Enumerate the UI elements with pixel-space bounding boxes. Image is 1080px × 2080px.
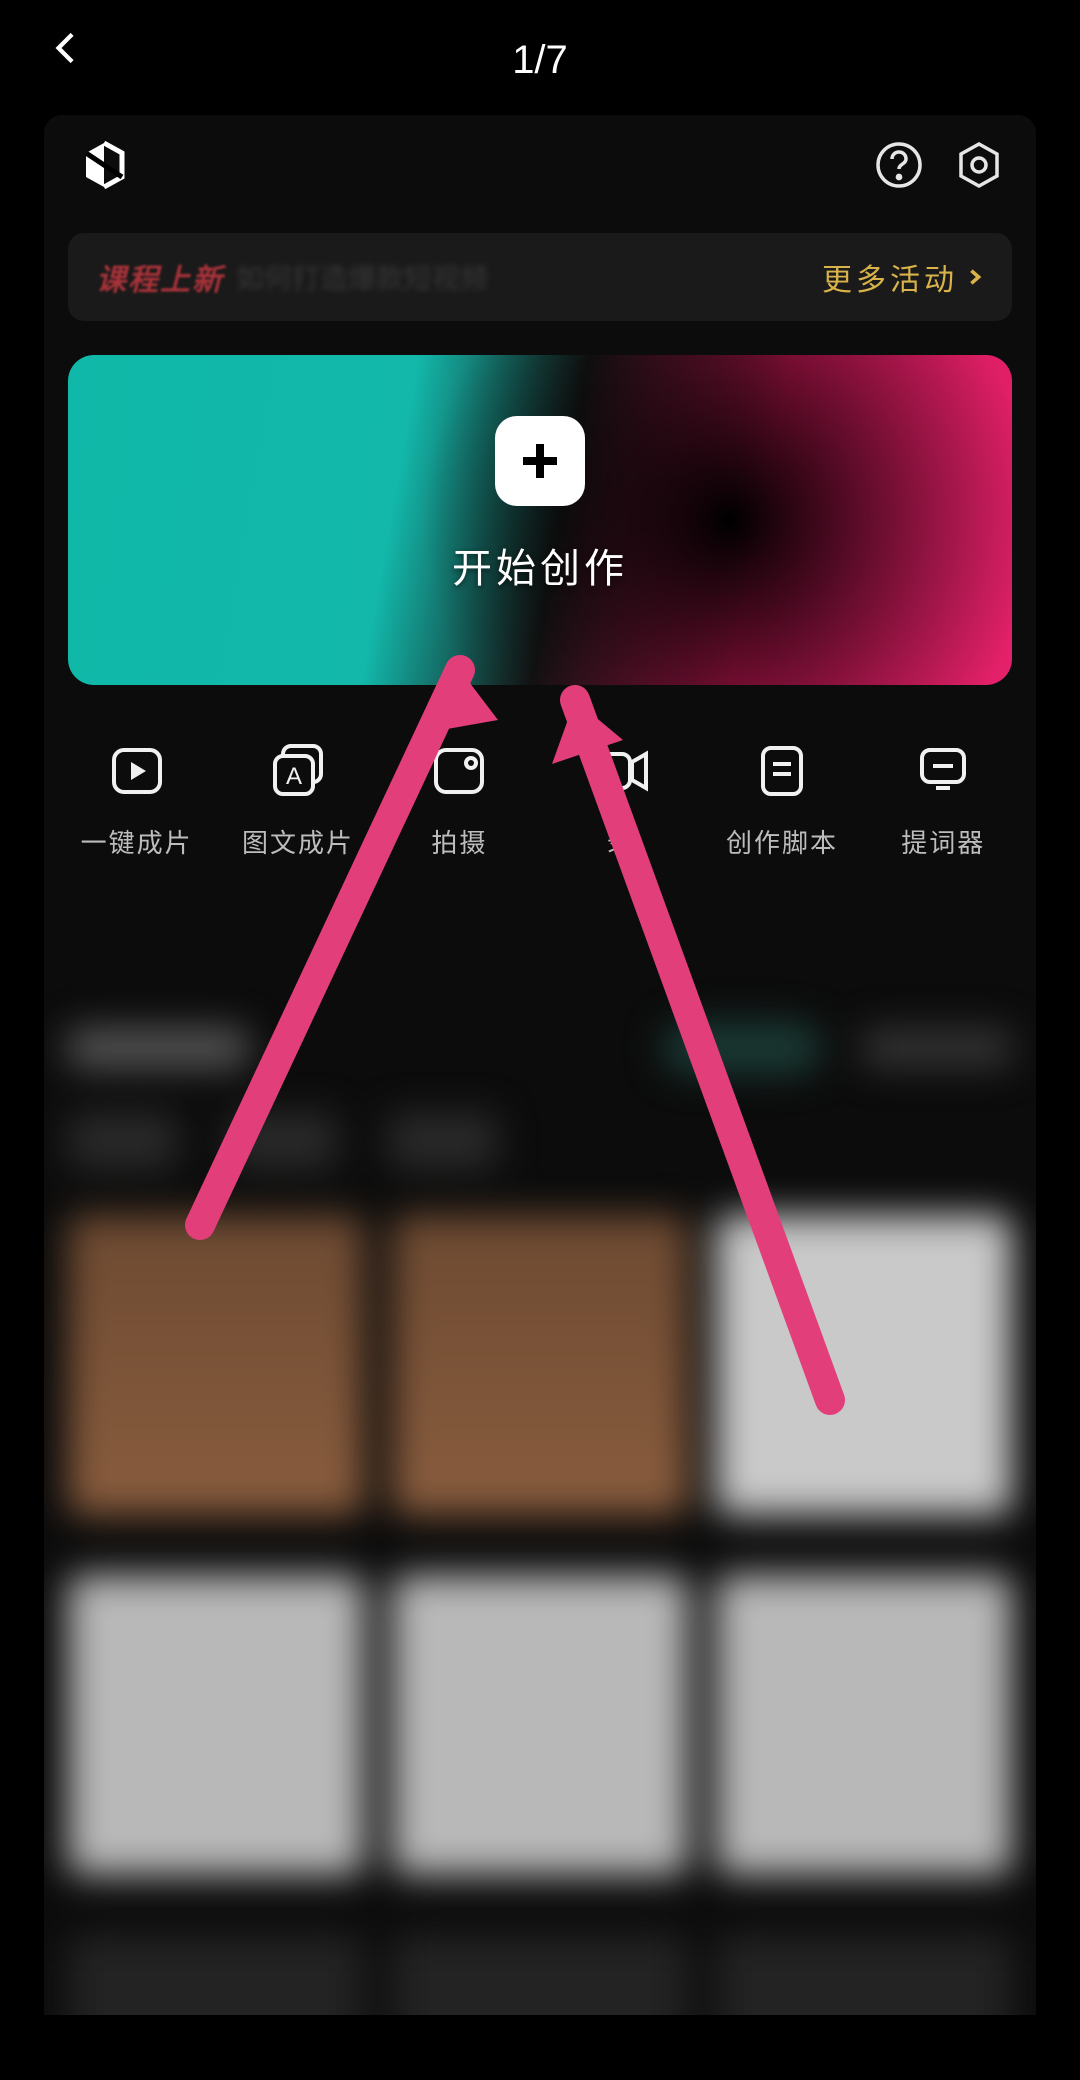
tool-label: 提词器 [901, 823, 985, 860]
promo-more-link[interactable]: 更多活动 [822, 255, 984, 299]
tool-one-click[interactable]: 一键成片 [56, 741, 217, 860]
settings-icon[interactable] [952, 138, 1006, 192]
app-screenshot: 课程上新 如何打造爆款短视频 更多活动 开始创作 一键成片 A 图文成片 [44, 115, 1036, 2015]
app-logo-icon[interactable] [74, 135, 134, 195]
image-counter: 1/7 [512, 38, 568, 83]
tool-label: 一键成片 [81, 823, 193, 860]
tool-label: 创作脚本 [726, 823, 838, 860]
tool-text-to-video[interactable]: A 图文成片 [217, 741, 378, 860]
tool-label: 图文成片 [242, 823, 354, 860]
tool-shoot[interactable]: 拍摄 [379, 741, 540, 860]
camera-icon [429, 741, 489, 801]
svg-text:A: A [286, 763, 302, 790]
projects-section-blurred [44, 985, 1036, 2015]
tool-teleprompter[interactable]: 提词器 [863, 741, 1024, 860]
tools-row: 一键成片 A 图文成片 拍摄 录 创作脚本 [56, 741, 1024, 860]
promo-more-label: 更多活动 [822, 255, 958, 299]
plus-icon [495, 416, 585, 506]
teleprompter-icon [913, 741, 973, 801]
tool-script[interactable]: 创作脚本 [701, 741, 862, 860]
promo-tag: 课程上新 [96, 255, 224, 299]
tool-record[interactable]: 录 [540, 741, 701, 860]
back-button[interactable] [50, 30, 110, 90]
app-header [44, 115, 1036, 215]
video-record-icon [591, 741, 651, 801]
text-box-stack-icon: A [268, 741, 328, 801]
start-create-card[interactable]: 开始创作 [68, 355, 1012, 685]
promo-banner[interactable]: 课程上新 如何打造爆款短视频 更多活动 [68, 233, 1012, 321]
help-icon[interactable] [872, 138, 926, 192]
promo-desc: 如何打造爆款短视频 [236, 257, 488, 297]
play-box-icon [107, 741, 167, 801]
image-viewer-bar: 1/7 [0, 0, 1080, 120]
tool-label: 拍摄 [431, 823, 487, 860]
start-create-label: 开始创作 [452, 536, 628, 594]
tool-label: 录 [607, 823, 635, 860]
script-icon [752, 741, 812, 801]
